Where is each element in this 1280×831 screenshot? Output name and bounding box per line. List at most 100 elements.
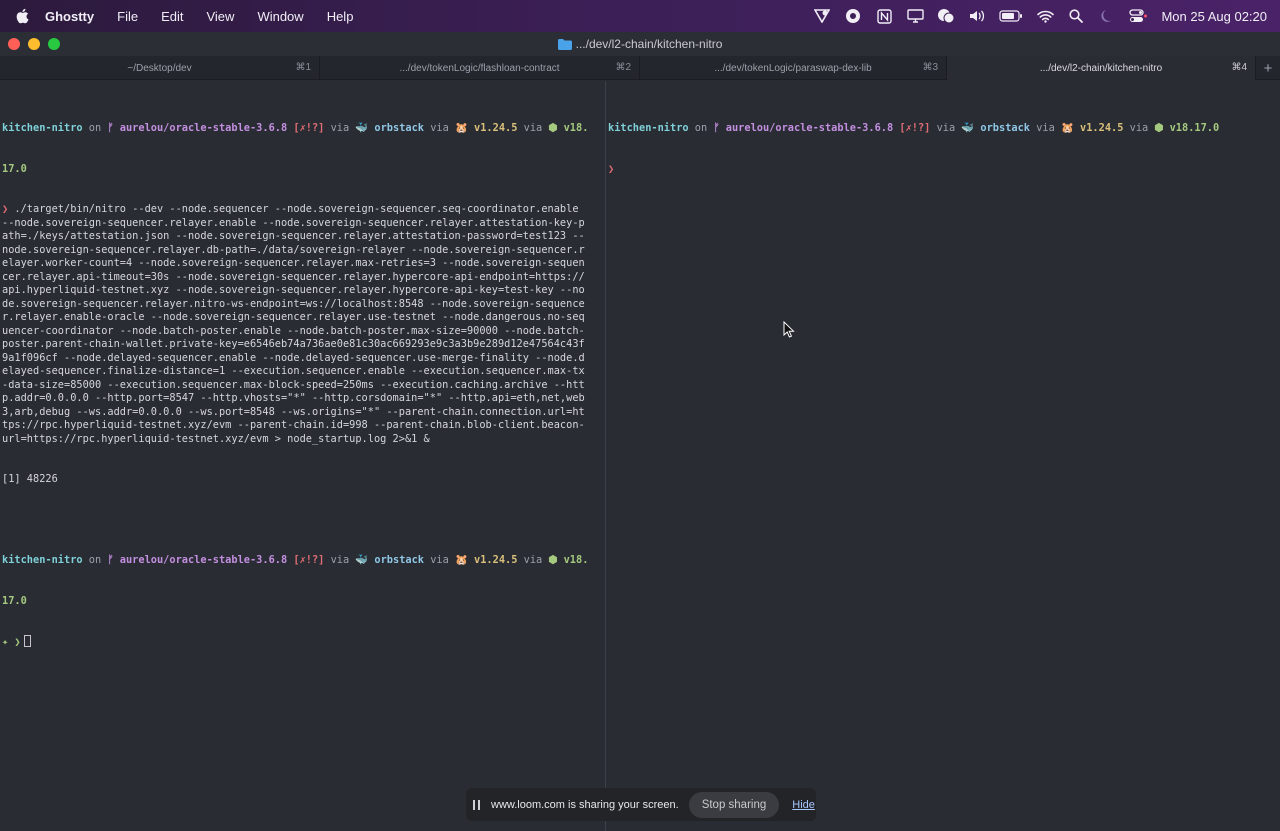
tab-4-active[interactable]: .../dev/l2-chain/kitchen-nitro ⌘4 — [947, 56, 1256, 80]
prompt-git-status: [✗!?] — [893, 122, 931, 134]
apple-logo-icon[interactable] — [15, 8, 29, 24]
prompt-branch: ᚠ aurelou/oracle-stable-3.6.8 — [713, 122, 894, 134]
wifi-icon[interactable] — [1036, 8, 1054, 24]
prompt-git-status: [✗!?] — [287, 122, 325, 134]
volume-icon[interactable] — [968, 8, 986, 24]
command-line: uencer-coordinator --node.batch-poster.e… — [2, 324, 585, 337]
command-line: api.hyperliquid-testnet.xyz --node.sover… — [2, 284, 585, 296]
battery-icon[interactable] — [999, 8, 1023, 24]
tab-1[interactable]: ~/Desktop/dev ⌘1 — [0, 56, 320, 80]
menu-window[interactable]: Window — [257, 9, 303, 24]
command-output: ❯ ./target/bin/nitro --dev --node.sequen… — [2, 203, 602, 446]
terminal-pane-right[interactable]: kitchen-nitro on ᚠ aurelou/oracle-stable… — [608, 81, 1278, 831]
prompt-text: via — [930, 122, 962, 134]
prompt-go-version: 🐹 v1.24.5 — [1061, 122, 1124, 134]
command-line: 9a1f096cf --node.delayed-sequencer.enabl… — [2, 351, 585, 364]
command-line: ath=./keys/attestation.json --node.sover… — [2, 230, 585, 242]
prompt-text: via — [424, 122, 455, 134]
prompt-line: kitchen-nitro on ᚠ aurelou/oracle-stable… — [608, 122, 1278, 136]
prompt-text: via — [1123, 122, 1155, 134]
prompt-branch: ᚠ aurelou/oracle-stable-3.6.8 — [107, 554, 288, 566]
tab-shortcut: ⌘3 — [922, 62, 938, 73]
command-line: r.relayer.enable-oracle --node.sovereign… — [2, 311, 585, 323]
prompt-dir: kitchen-nitro — [2, 554, 83, 566]
terminal-pane-left[interactable]: kitchen-nitro on ᚠ aurelou/oracle-stable… — [2, 81, 602, 831]
control-center-icon[interactable] — [1129, 8, 1148, 24]
prompt-text: via — [517, 554, 549, 566]
command-line: poster.parent-chain-wallet.private-key=e… — [2, 338, 585, 350]
prompt-dir: kitchen-nitro — [608, 122, 689, 134]
notion-icon[interactable] — [875, 8, 893, 24]
focus-moon-icon[interactable] — [1098, 8, 1116, 24]
tab-label: .../dev/tokenLogic/flashloan-contract — [399, 62, 560, 74]
command-line: ❯ ./target/bin/nitro --dev --node.sequen… — [2, 203, 579, 215]
window-title: .../dev/l2-chain/kitchen-nitro — [575, 37, 723, 51]
split-panes: kitchen-nitro on ᚠ aurelou/oracle-stable… — [0, 81, 1280, 831]
tab-3[interactable]: .../dev/tokenLogic/paraswap-dex-lib ⌘3 — [640, 56, 947, 80]
tab-label: .../dev/l2-chain/kitchen-nitro — [1039, 62, 1163, 74]
prompt-text: via — [424, 554, 455, 566]
tab-shortcut: ⌘2 — [615, 62, 631, 73]
tab-bar: ~/Desktop/dev ⌘1 .../dev/tokenLogic/flas… — [0, 56, 1280, 80]
prompt-char: ❯ — [2, 203, 9, 215]
menu-bar: Ghostty File Edit View Window Help Mon 2… — [0, 0, 1280, 32]
window-titlebar[interactable]: .../dev/l2-chain/kitchen-nitro — [0, 32, 1280, 56]
prompt-node-version-wrap: 17.0 — [2, 162, 27, 175]
prompt-orbstack: 🐳 orbstack — [961, 122, 1030, 134]
prompt-node-version-wrap: 17.0 — [2, 594, 27, 607]
prompt-char: ✦ ❯ — [2, 636, 21, 648]
command-line: de.sovereign-sequencer.relayer.nitro-ws-… — [2, 297, 585, 310]
menubar-clock[interactable]: Mon 25 Aug 02:20 — [1161, 9, 1267, 24]
command-line: elayed-sequencer.finalize-distance=1 --e… — [2, 365, 585, 377]
record-icon[interactable] — [844, 8, 862, 24]
ghostty-window: .../dev/l2-chain/kitchen-nitro ~/Desktop… — [0, 32, 1280, 831]
traffic-lights — [8, 38, 60, 50]
menu-file[interactable]: File — [117, 9, 138, 24]
menu-view[interactable]: View — [206, 9, 234, 24]
menu-help[interactable]: Help — [327, 9, 354, 24]
new-tab-button[interactable]: + — [1256, 56, 1280, 80]
tab-2[interactable]: .../dev/tokenLogic/flashloan-contract ⌘2 — [320, 56, 640, 80]
prompt-text: on — [688, 122, 714, 134]
prompt-char[interactable]: ❯ — [608, 163, 1278, 177]
menu-edit[interactable]: Edit — [161, 9, 183, 24]
prompt-line: kitchen-nitro on ᚠ aurelou/oracle-stable… — [2, 554, 602, 568]
pause-icon[interactable] — [473, 799, 483, 810]
chat-icon[interactable] — [937, 8, 955, 24]
status-area: Mon 25 Aug 02:20 — [800, 0, 1267, 32]
command-line: node.sovereign-sequencer.relayer.db-path… — [2, 243, 585, 256]
folder-icon — [557, 38, 572, 50]
command-line: elayer.worker-count=4 --node.sovereign-s… — [2, 257, 585, 269]
vpn-icon[interactable] — [813, 8, 831, 24]
prompt-text: on — [82, 554, 108, 566]
prompt-node-version: ⬢ v18. — [548, 122, 589, 134]
prompt-node-version: ⬢ v18.17.0 — [1154, 122, 1220, 134]
tab-shortcut: ⌘4 — [1231, 62, 1247, 73]
tab-shortcut: ⌘1 — [295, 62, 311, 73]
prompt-node-version: ⬢ v18. — [548, 554, 589, 566]
minimize-window-button[interactable] — [28, 38, 40, 50]
prompt-go-version: 🐹 v1.24.5 — [455, 554, 518, 566]
split-divider[interactable] — [605, 81, 606, 831]
zoom-window-button[interactable] — [48, 38, 60, 50]
prompt-text: via — [324, 554, 356, 566]
prompt-text: on — [82, 122, 108, 134]
stop-sharing-button[interactable]: Stop sharing — [688, 791, 780, 818]
command-line: cer.relayer.api-timeout=30s --node.sover… — [2, 270, 585, 283]
prompt-line: kitchen-nitro on ᚠ aurelou/oracle-stable… — [2, 122, 602, 136]
close-window-button[interactable] — [8, 38, 20, 50]
terminal-cursor — [23, 635, 31, 647]
menu-app-name[interactable]: Ghostty — [45, 9, 94, 24]
mouse-pointer-icon — [783, 321, 795, 338]
loom-message: www.loom.com is sharing your screen. — [491, 798, 679, 811]
active-prompt-line[interactable]: ✦ ❯ — [2, 635, 602, 649]
hide-link[interactable]: Hide — [792, 799, 815, 811]
command-line: -data-size=85000 --execution.sequencer.m… — [2, 378, 585, 391]
display-icon[interactable] — [906, 8, 924, 24]
prompt-text: via — [517, 122, 549, 134]
command-line: --node.sovereign-sequencer.relayer.enabl… — [2, 216, 585, 229]
tab-label: .../dev/tokenLogic/paraswap-dex-lib — [714, 62, 872, 74]
search-icon[interactable] — [1067, 8, 1085, 24]
prompt-text: via — [1030, 122, 1061, 134]
